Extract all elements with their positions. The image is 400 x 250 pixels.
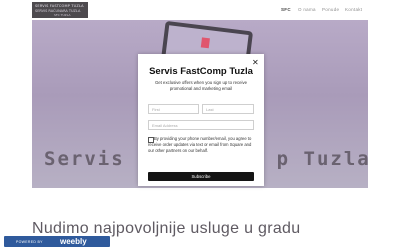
nav-item-sfc[interactable]: SFC: [281, 7, 291, 12]
email-field[interactable]: Email Address: [148, 120, 254, 130]
site-logo[interactable]: SERVIS FASTCOMP TUZLA SERVIS RAČUNARA TU…: [32, 2, 88, 18]
popup-description: Get exclusive offers when you sign up to…: [154, 80, 248, 91]
hero-title-left: Servis: [44, 148, 125, 170]
popup-title: Servis FastComp Tuzla: [149, 66, 253, 77]
newsletter-popup: ✕ Servis FastComp Tuzla Get exclusive of…: [138, 54, 264, 186]
consent-text: By providing your phone number/email, yo…: [148, 136, 252, 153]
powered-by-label: POWERED BY: [16, 239, 43, 244]
logo-line-1: SERVIS FASTCOMP TUZLA: [35, 4, 84, 8]
nav-item-o-nama[interactable]: O nama: [298, 7, 316, 12]
nav-item-ponude[interactable]: Ponude: [322, 7, 339, 12]
weebly-badge[interactable]: POWERED BY weebly: [4, 236, 110, 247]
hero-title-right: p Tuzla: [276, 148, 368, 170]
last-name-field[interactable]: Last: [202, 104, 254, 114]
accent-block: [200, 37, 210, 49]
nav-item-kontakt[interactable]: Kontakt: [345, 7, 362, 12]
site-header: SERVIS FASTCOMP TUZLA SERVIS RAČUNARA TU…: [0, 0, 400, 20]
logo-line-3: SFC TUZLA: [54, 13, 71, 17]
subscribe-button[interactable]: Subscribe: [148, 172, 254, 181]
first-name-field[interactable]: First: [148, 104, 199, 114]
weebly-logo: weebly: [60, 237, 87, 246]
